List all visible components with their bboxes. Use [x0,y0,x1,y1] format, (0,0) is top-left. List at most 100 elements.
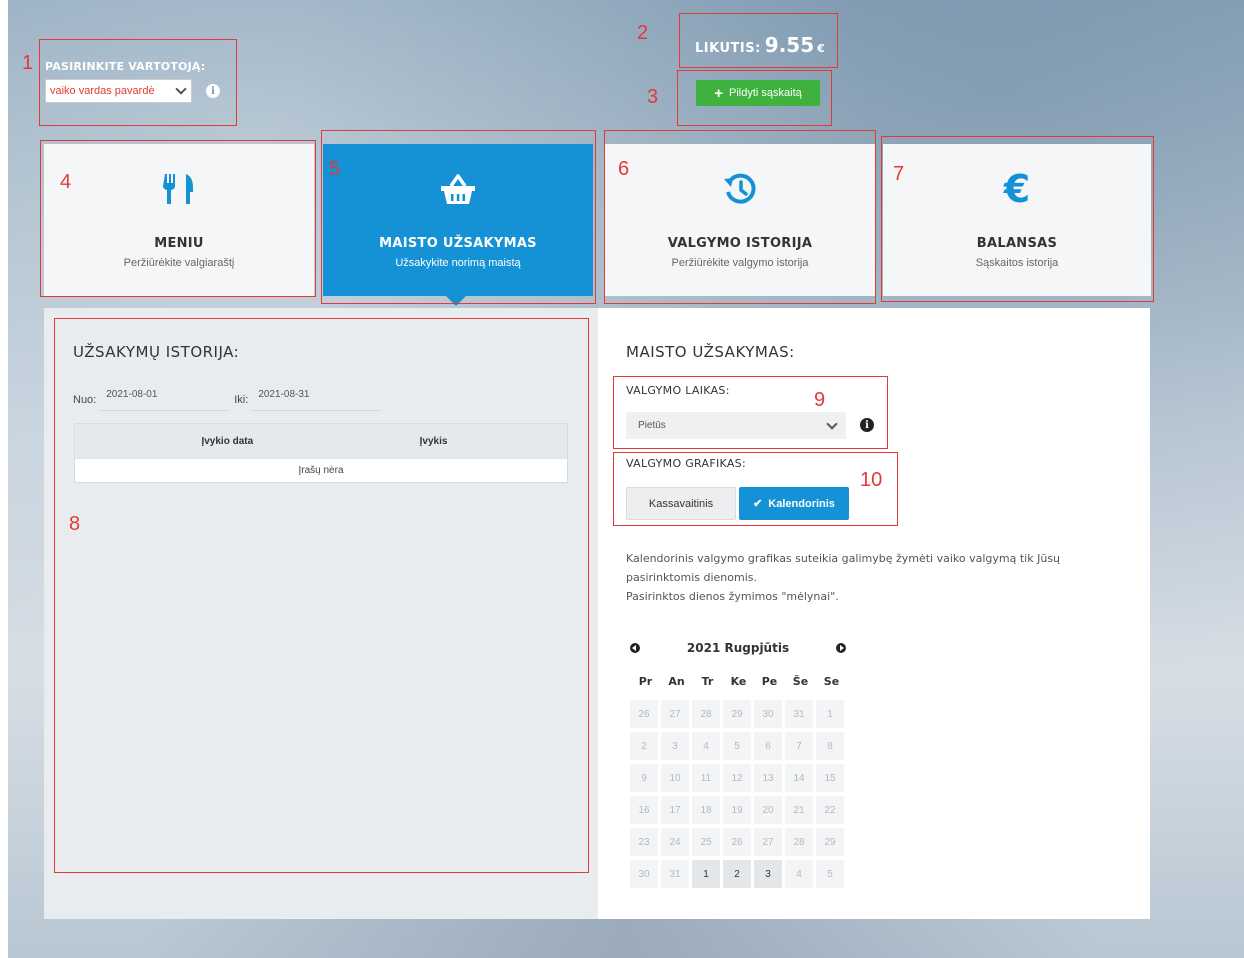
user-select-value: vaiko vardas pavardė [50,85,155,97]
schedule-weekly-button[interactable]: Kassavaitinis [626,487,736,520]
annotation-number-4: 4 [60,171,72,193]
calendar-day[interactable]: 4 [692,732,720,760]
to-label: Iki: [234,394,249,406]
calendar-day[interactable]: 29 [816,828,844,856]
meal-time-info-icon[interactable]: i [860,418,874,432]
card-meal-history[interactable]: VALGYMO ISTORIJA Peržiūrėkite valgymo is… [605,144,875,296]
calendar-day[interactable]: 19 [723,796,751,824]
calendar-day[interactable]: 23 [630,828,658,856]
calendar-day[interactable]: 15 [816,764,844,792]
user-select-dropdown[interactable]: vaiko vardas pavardė [45,79,192,103]
schedule-label: VALGYMO GRAFIKAS: [626,457,746,470]
calendar-day[interactable]: 11 [692,764,720,792]
to-date-input[interactable]: 2021-08-31 [250,389,383,411]
calendar-day[interactable]: 27 [754,828,782,856]
plus-icon: + [714,84,723,102]
user-selector-label: PASIRINKITE VARTOTOJĄ: [45,60,206,73]
prev-month-icon[interactable] [630,643,640,653]
calendar-day[interactable]: 8 [816,732,844,760]
date-range: Nuo: 2021-08-01 Iki: 2021-08-31 [73,389,383,411]
annotation-number-3: 3 [647,86,659,108]
schedule-description: Kalendorinis valgymo grafikas suteikia g… [626,549,1096,606]
calendar-day[interactable]: 16 [630,796,658,824]
weekday-label: Pr [638,675,653,688]
calendar-day[interactable]: 6 [754,732,782,760]
calendar-day[interactable]: 2 [723,860,751,888]
calendar-day[interactable]: 14 [785,764,813,792]
card-menu-subtitle: Peržiūrėkite valgiaraštį [123,257,235,269]
calendar-day[interactable]: 22 [816,796,844,824]
calendar-day[interactable]: 27 [661,700,689,728]
calendar-day[interactable]: 31 [785,700,813,728]
card-balance-title: BALANSAS [976,236,1058,251]
weekday-label: Tr [701,675,714,688]
food-order-title: MAISTO UŽSAKYMAS: [626,343,795,361]
calendar-day[interactable]: 1 [816,700,844,728]
calendar-day[interactable]: 9 [630,764,658,792]
card-food-order[interactable]: MAISTO UŽSAKYMAS Užsakykite norimą maist… [323,144,593,296]
order-history-table: Įvykio data Įvykis Įrašų nėra [74,423,568,483]
weekday-label: An [668,675,685,688]
calendar-day[interactable]: 17 [661,796,689,824]
meal-time-value: Pietūs [638,420,666,431]
calendar-day[interactable]: 1 [692,860,720,888]
calendar-day[interactable]: 5 [816,860,844,888]
calendar-day[interactable]: 4 [785,860,813,888]
card-meal-history-title: VALGYMO ISTORIJA [667,236,813,251]
calendar-day[interactable]: 28 [692,700,720,728]
next-month-icon[interactable] [836,643,846,653]
calendar-day[interactable]: 28 [785,828,813,856]
calendar-day[interactable]: 26 [723,828,751,856]
calendar-day[interactable]: 26 [630,700,658,728]
active-card-pointer [446,296,466,306]
balance-amount: 9.55 [764,33,815,57]
annotation-number-8: 8 [69,513,81,535]
calendar-day[interactable]: 10 [661,764,689,792]
annotation-number-5: 5 [329,158,341,180]
fork-knife-icon [162,170,196,208]
calendar-day[interactable]: 2 [630,732,658,760]
calendar-day[interactable]: 29 [723,700,751,728]
calendar-day[interactable]: 31 [661,860,689,888]
chevron-down-icon [826,417,838,430]
left-edge [0,0,8,958]
topup-button[interactable]: + Pildyti sąskaitą [696,80,820,106]
calendar-day[interactable]: 21 [785,796,813,824]
weekday-label: Se [823,675,840,688]
annotation-number-7: 7 [893,163,905,185]
annotation-number-9: 9 [814,389,826,411]
calendar-day[interactable]: 12 [723,764,751,792]
card-menu[interactable]: MENIU Peržiūrėkite valgiaraštį [44,144,314,296]
calendar-day[interactable]: 13 [754,764,782,792]
calendar-day[interactable]: 18 [692,796,720,824]
description-line-1: Kalendorinis valgymo grafikas suteikia g… [626,552,1061,584]
weekday-label: Pe [761,675,778,688]
info-icon[interactable]: i [206,84,220,98]
from-label: Nuo: [73,394,97,406]
calendar-weekdays: Pr An Tr Ke Pe Še Se [630,675,847,688]
calendar-day[interactable]: 24 [661,828,689,856]
card-balance[interactable]: € BALANSAS Sąskaitos istorija [883,144,1151,296]
description-line-2: Pasirinktos dienos žymimos "mėlynai". [626,590,839,603]
calendar-day[interactable]: 25 [692,828,720,856]
calendar-day[interactable]: 3 [754,860,782,888]
calendar-day[interactable]: 7 [785,732,813,760]
weekday-label: Še [792,675,809,688]
column-event-date: Įvykio data [201,435,254,447]
chevron-down-icon [175,83,187,95]
from-date-input[interactable]: 2021-08-01 [98,389,231,411]
meal-time-select[interactable]: Pietūs [626,412,846,439]
annotation-number-6: 6 [618,158,630,180]
calendar-day[interactable]: 5 [723,732,751,760]
balance-currency: € [817,42,825,55]
check-icon: ✔ [753,498,763,510]
calendar-day[interactable]: 20 [754,796,782,824]
schedule-calendar-button[interactable]: ✔ Kalendorinis [739,487,849,520]
calendar-day[interactable]: 30 [630,860,658,888]
calendar-day[interactable]: 30 [754,700,782,728]
calendar-day[interactable]: 3 [661,732,689,760]
card-food-order-subtitle: Užsakykite norimą maistą [395,257,521,269]
card-menu-title: MENIU [154,236,204,251]
annotation-number-1: 1 [22,52,34,74]
card-balance-subtitle: Sąskaitos istorija [975,257,1059,269]
